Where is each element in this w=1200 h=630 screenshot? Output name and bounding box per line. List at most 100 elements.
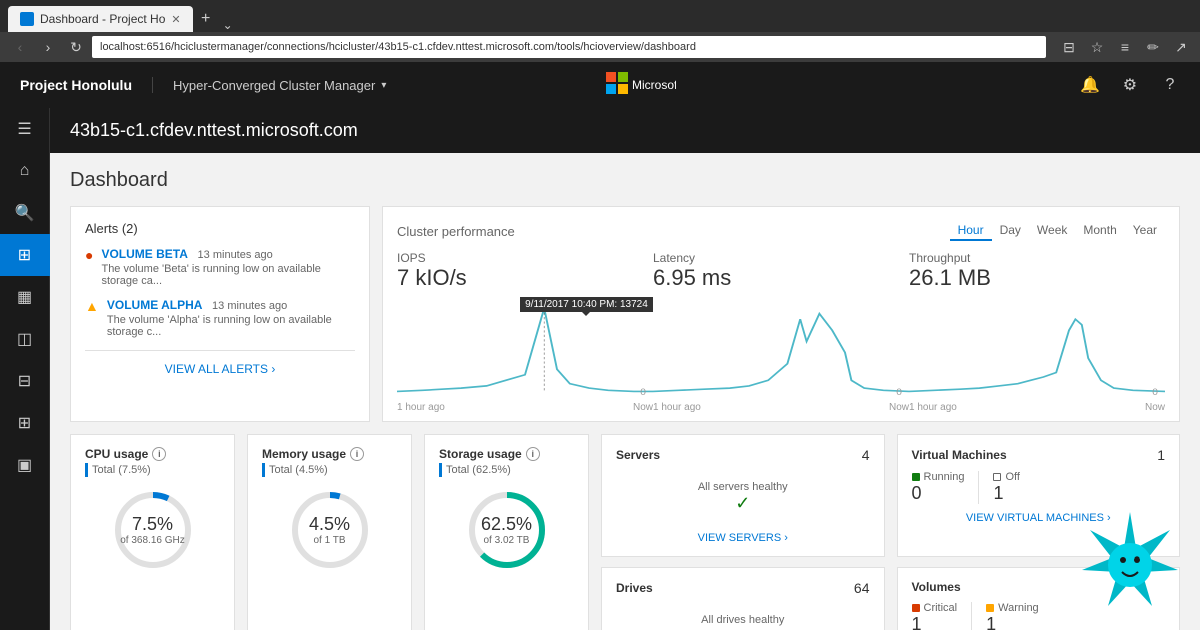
vol-critical-stat: Critical 1 <box>912 602 958 630</box>
tab-favicon <box>20 12 34 26</box>
app-body: ☰ ⌂ 🔍 ⊞ ▦ ◫ ⊟ ⊞ ▣ 43b15-c1.cfdev.nttest.… <box>0 108 1200 630</box>
iops-label: IOPS <box>397 251 653 265</box>
storage-donut: 62.5% of 3.02 TB <box>439 485 574 575</box>
iops-value: 7 kIO/s <box>397 265 653 291</box>
time-tab-year[interactable]: Year <box>1125 221 1165 241</box>
sidebar-item-storage[interactable]: ▣ <box>0 444 50 486</box>
active-tab[interactable]: Dashboard - Project Ho ✕ <box>8 6 193 32</box>
reader-icon[interactable]: ⊟ <box>1058 36 1080 58</box>
alert-title-2[interactable]: VOLUME ALPHA <box>107 298 203 312</box>
share-icon[interactable]: ↗ <box>1170 36 1192 58</box>
back-button[interactable]: ‹ <box>8 35 32 59</box>
time-tab-month[interactable]: Month <box>1075 221 1124 241</box>
throughput-svg: 0 <box>909 297 1165 397</box>
perf-header: Cluster performance Hour Day Week Month … <box>397 221 1165 241</box>
dashboard: Dashboard Alerts (2) ● VOLUME BETA 13 mi… <box>50 153 1200 630</box>
vm-divider <box>978 471 979 504</box>
throughput-section: Throughput 26.1 MB <box>909 251 1165 291</box>
sidebar-hamburger[interactable]: ☰ <box>0 108 50 150</box>
drives-healthy: All drives healthy ✓ <box>616 604 870 630</box>
hyper-converged-nav[interactable]: Hyper-Converged Cluster Manager ▾ <box>153 62 406 108</box>
throughput-chart: 0 1 hour ago Now <box>909 297 1165 407</box>
favorites-icon[interactable]: ☆ <box>1086 36 1108 58</box>
alert-time-1: 13 minutes ago <box>198 249 273 261</box>
memory-title: Memory usage i <box>262 447 397 461</box>
latency-label: Latency <box>653 251 909 265</box>
svg-text:0: 0 <box>896 387 902 397</box>
tab-list-button[interactable]: ⌄ <box>223 18 233 32</box>
iops-svg: 0 <box>397 297 653 397</box>
browser-nav: ‹ › ↻ localhost:6516/hciclustermanager/c… <box>0 32 1200 62</box>
tab-close-button[interactable]: ✕ <box>171 13 180 26</box>
sidebar-item-home[interactable]: ⌂ <box>0 150 50 192</box>
sidebar-item-vms[interactable]: ⊟ <box>0 360 50 402</box>
notification-icon[interactable]: 🔔 <box>1076 71 1104 99</box>
servers-count: 4 <box>862 447 870 463</box>
sidebar-item-dashboard[interactable]: ⊞ <box>0 234 50 276</box>
forward-button[interactable]: › <box>36 35 60 59</box>
svg-text:0: 0 <box>1152 387 1158 397</box>
cluster-perf-panel: Cluster performance Hour Day Week Month … <box>382 206 1180 422</box>
new-tab-button[interactable]: + <box>193 6 219 32</box>
servers-header: Servers 4 <box>616 447 870 463</box>
drives-check-icon: ✓ <box>735 626 750 630</box>
storage-card: Storage usage i Total (62.5%) 62.5% <box>424 434 589 630</box>
alert-warn-icon: ▲ <box>85 298 99 338</box>
time-tab-week[interactable]: Week <box>1029 221 1075 241</box>
latency-time-labels: 1 hour ago Now <box>653 402 909 413</box>
storage-donut-label: 62.5% of 3.02 TB <box>481 514 532 546</box>
alerts-panel: Alerts (2) ● VOLUME BETA 13 minutes ago … <box>70 206 370 422</box>
address-text: localhost:6516/hciclustermanager/connect… <box>100 41 696 53</box>
vms-title: Virtual Machines <box>912 448 1007 462</box>
address-bar[interactable]: localhost:6516/hciclustermanager/connect… <box>92 36 1046 58</box>
vol-divider <box>971 602 972 630</box>
throughput-label: Throughput <box>909 251 1165 265</box>
vms-header: Virtual Machines 1 <box>912 447 1166 463</box>
app-header: Project Honolulu Hyper-Converged Cluster… <box>0 62 1200 108</box>
iops-section: IOPS 7 kIO/s <box>397 251 653 291</box>
volumes-title: Volumes <box>912 580 961 594</box>
sidebar-item-drives[interactable]: ◫ <box>0 318 50 360</box>
help-icon[interactable]: ? <box>1156 71 1184 99</box>
memory-donut: 4.5% of 1 TB <box>262 485 397 575</box>
throughput-time-labels: 1 hour ago Now <box>909 402 1165 413</box>
app-logo: Project Honolulu <box>16 77 153 93</box>
tab-title: Dashboard - Project Ho <box>40 12 165 26</box>
throughput-value: 26.1 MB <box>909 265 1165 291</box>
servers-status: All servers healthy <box>698 481 788 493</box>
vm-running-stat: Running 0 <box>912 471 965 504</box>
storage-subtitle: Total (62.5%) <box>439 463 574 477</box>
hub-icon[interactable]: ≡ <box>1114 36 1136 58</box>
drives-count: 64 <box>854 580 870 596</box>
burst-decoration <box>1080 510 1180 610</box>
memory-info-icon[interactable]: i <box>350 447 364 461</box>
sidebar-item-servers[interactable]: ▦ <box>0 276 50 318</box>
sidebar-item-plus[interactable]: ⊞ <box>0 402 50 444</box>
cpu-info-icon[interactable]: i <box>152 447 166 461</box>
sidebar-search[interactable]: 🔍 <box>0 192 50 234</box>
vm-off-value: 1 <box>993 483 1019 504</box>
refresh-button[interactable]: ↻ <box>64 35 88 59</box>
storage-info-icon[interactable]: i <box>526 447 540 461</box>
cpu-donut: 7.5% of 368.16 GHz <box>85 485 220 575</box>
vm-off-dot <box>993 473 1001 481</box>
header-icons: 🔔 ⚙ ? <box>1076 71 1184 99</box>
vm-running-dot <box>912 473 920 481</box>
settings-icon[interactable]: ⚙ <box>1116 71 1144 99</box>
vol-warning-stat: Warning 1 <box>986 602 1039 630</box>
view-all-alerts-link[interactable]: VIEW ALL ALERTS › <box>165 362 276 376</box>
time-tab-hour[interactable]: Hour <box>950 221 992 241</box>
drives-status: All drives healthy <box>701 614 784 626</box>
perf-title: Cluster performance <box>397 224 515 239</box>
servers-drives-col: Servers 4 All servers healthy ✓ VIEW SER… <box>601 434 885 630</box>
notes-icon[interactable]: ✏ <box>1142 36 1164 58</box>
view-all-alerts[interactable]: VIEW ALL ALERTS › <box>85 350 355 376</box>
view-servers-link[interactable]: VIEW SERVERS › <box>616 532 870 544</box>
alert-title-1[interactable]: VOLUME BETA <box>101 247 187 261</box>
servers-card: Servers 4 All servers healthy ✓ VIEW SER… <box>601 434 885 557</box>
time-tab-day[interactable]: Day <box>992 221 1029 241</box>
vol-warning-value: 1 <box>986 614 1039 630</box>
microsoft-logo: Microsoft <box>606 72 676 99</box>
main-content: 43b15-c1.cfdev.nttest.microsoft.com Dash… <box>50 108 1200 630</box>
latency-value: 6.95 ms <box>653 265 909 291</box>
